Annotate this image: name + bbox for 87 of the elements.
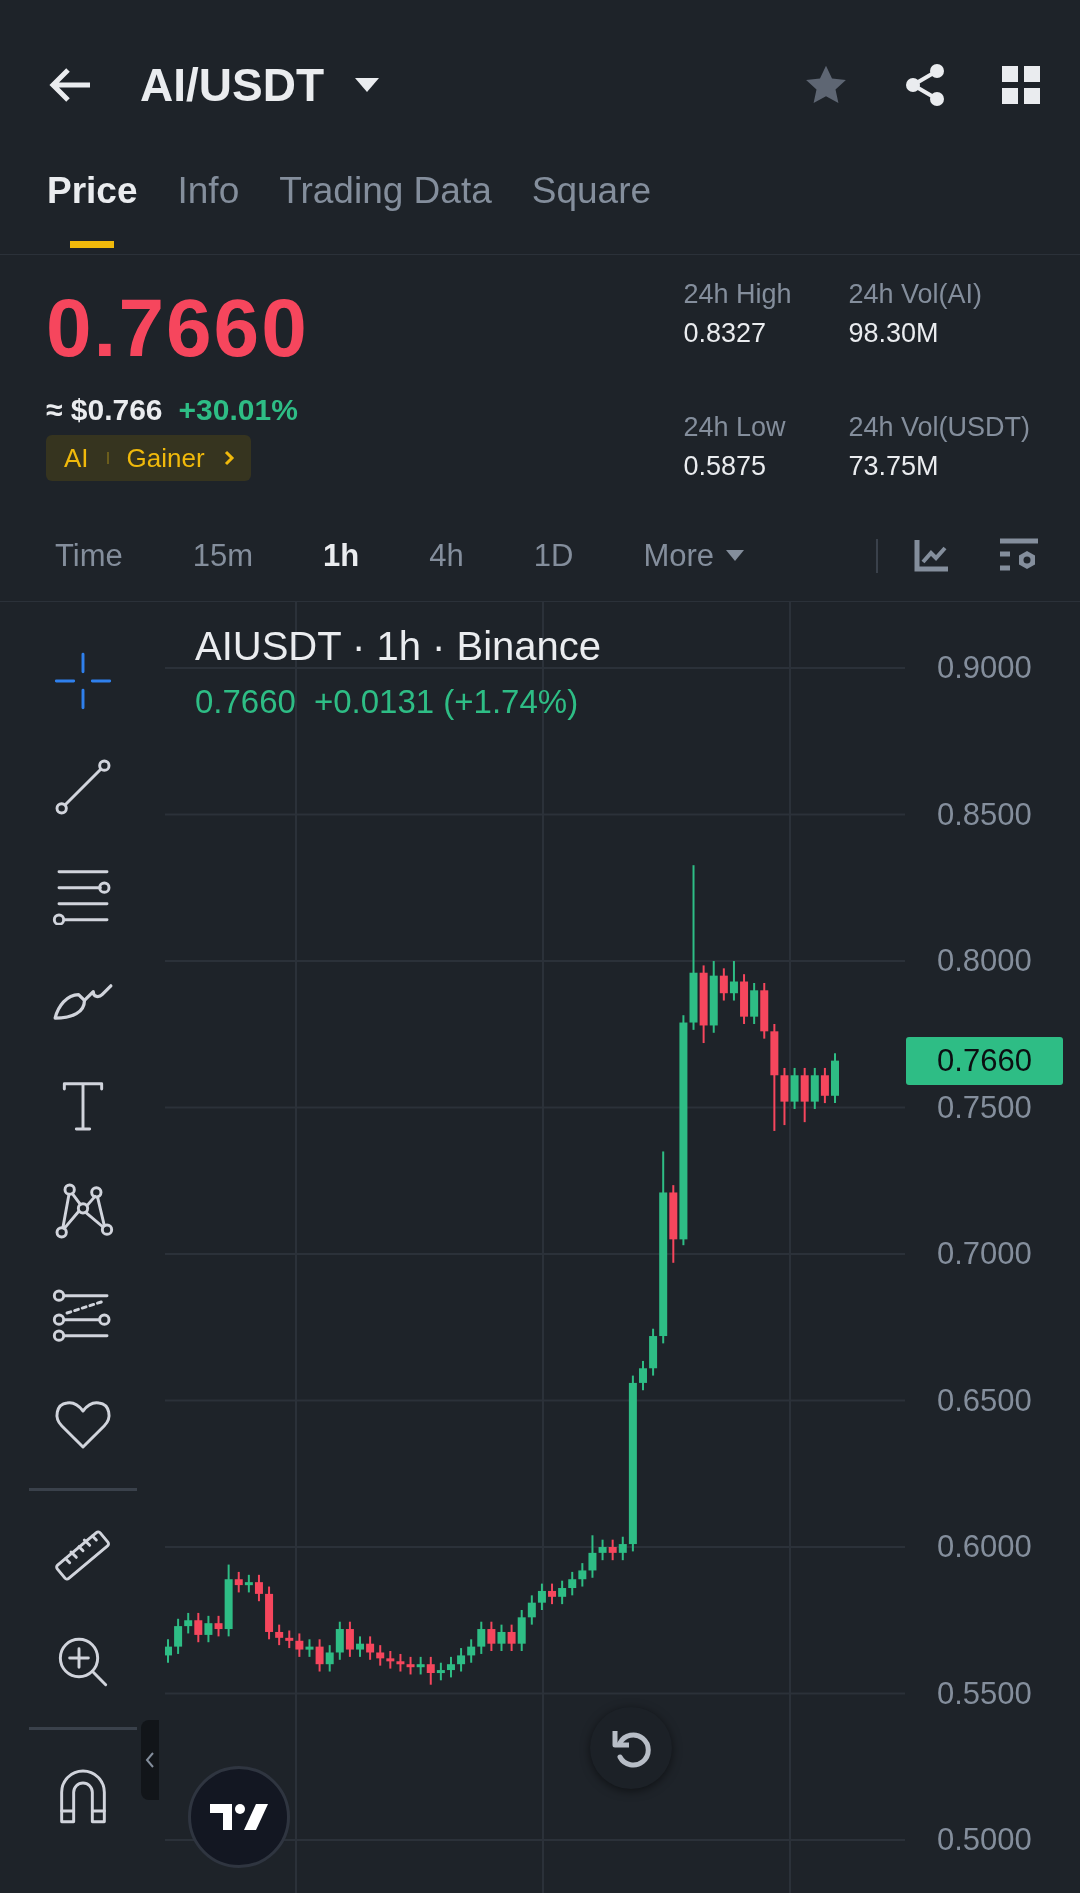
candle bbox=[820, 1066, 829, 1105]
candle bbox=[487, 1620, 496, 1652]
stat-value: 98.30M bbox=[848, 318, 940, 349]
candle bbox=[446, 1655, 455, 1679]
stat-value: 0.8327 bbox=[683, 318, 767, 349]
last-price: 0.7660 bbox=[46, 287, 309, 369]
tab[interactable]: Square bbox=[531, 170, 652, 248]
candle bbox=[295, 1632, 304, 1658]
candle bbox=[548, 1582, 557, 1606]
candle bbox=[800, 1066, 809, 1124]
chart-indicator-icon bbox=[914, 539, 948, 572]
stat-label: 24h High bbox=[683, 279, 793, 310]
candle bbox=[345, 1620, 354, 1658]
stat-label: 24h Low bbox=[683, 411, 787, 443]
candle bbox=[639, 1359, 647, 1392]
candle bbox=[194, 1611, 203, 1644]
tab[interactable]: Trading Data bbox=[279, 170, 492, 248]
tag-text: AI bbox=[64, 442, 89, 474]
stat-value: 73.75M bbox=[848, 450, 940, 482]
legend-price: 0.7660 bbox=[195, 683, 296, 721]
candle bbox=[729, 960, 738, 1002]
last-price-tag: 0.7660 bbox=[906, 1036, 1063, 1085]
candle bbox=[558, 1579, 567, 1606]
fiat-price: ≈ $0.766 bbox=[46, 393, 163, 427]
settings-icon bbox=[1000, 537, 1040, 574]
tab[interactable]: Info bbox=[177, 170, 240, 248]
price-axis-label: 0.5000 bbox=[937, 1822, 1032, 1858]
stat-label: 24h Vol(USDT) bbox=[848, 411, 1030, 443]
candle bbox=[356, 1635, 364, 1658]
price-axis-label: 0.7000 bbox=[937, 1236, 1032, 1272]
price-axis-label: 0.8500 bbox=[937, 796, 1032, 833]
candle bbox=[406, 1655, 415, 1676]
caret-icon bbox=[726, 550, 744, 561]
chevron-left-icon bbox=[145, 1751, 155, 1769]
interval-option[interactable]: 15m bbox=[192, 537, 254, 574]
candle bbox=[376, 1644, 385, 1667]
caret-icon bbox=[354, 77, 380, 93]
chart-canvas[interactable]: AIUSDT · 1h · Binance 0.7660 +0.0131 (+1.74%) 0.9000 0.8500 0.8000 0.7500 0.7000 0.6500 0.6000 0.5500 0.5000 0.7660 bbox=[165, 602, 1080, 1893]
tradingview-icon bbox=[210, 1804, 268, 1830]
price-axis-label: 0.7500 bbox=[937, 1089, 1032, 1126]
back-arrow-icon bbox=[48, 67, 92, 103]
tag-text: Gainer bbox=[126, 442, 205, 474]
candle bbox=[568, 1570, 577, 1597]
interval-option[interactable]: 1h bbox=[323, 537, 360, 574]
price-axis-label: 0.6500 bbox=[937, 1382, 1032, 1419]
candle bbox=[477, 1620, 486, 1655]
candle bbox=[537, 1582, 546, 1611]
collapse-toolbar-button[interactable] bbox=[141, 1720, 159, 1800]
candle bbox=[285, 1629, 294, 1650]
pair-title: AI/USDT bbox=[140, 58, 324, 112]
grid-icon bbox=[1002, 66, 1040, 104]
chart-legend-title: AIUSDT · 1h · Binance bbox=[195, 624, 602, 669]
candle bbox=[740, 973, 749, 1025]
candle bbox=[204, 1614, 213, 1644]
legend-change: +0.0131 (+1.74%) bbox=[313, 683, 579, 721]
price-axis-label: 0.5500 bbox=[937, 1675, 1032, 1712]
candle bbox=[244, 1573, 253, 1594]
candle bbox=[467, 1638, 476, 1664]
candle bbox=[831, 1052, 839, 1105]
candle bbox=[386, 1650, 395, 1670]
chevron-right-icon bbox=[222, 449, 235, 467]
candle bbox=[366, 1635, 375, 1661]
candle bbox=[810, 1066, 819, 1110]
candle bbox=[750, 982, 759, 1025]
candle bbox=[457, 1647, 466, 1673]
candle bbox=[325, 1644, 334, 1673]
candle bbox=[396, 1652, 405, 1673]
price-axis-label: 0.6000 bbox=[937, 1529, 1032, 1565]
price-axis-label: 0.8000 bbox=[937, 943, 1032, 979]
candle bbox=[790, 1066, 799, 1110]
candle bbox=[608, 1538, 617, 1562]
price-change: +30.01% bbox=[178, 393, 298, 427]
tag-bar[interactable]: AI Gainer bbox=[46, 435, 251, 481]
stat-value: 0.5875 bbox=[683, 450, 767, 482]
interval-option[interactable]: 4h bbox=[429, 537, 464, 574]
stat-label: 24h Vol(AI) bbox=[848, 279, 983, 310]
interval-option[interactable]: 1D bbox=[533, 537, 574, 574]
interval-option[interactable]: More bbox=[643, 537, 744, 574]
candle bbox=[497, 1623, 506, 1652]
candle bbox=[527, 1594, 536, 1626]
interval-option[interactable]: Time bbox=[55, 537, 123, 574]
candle bbox=[165, 1638, 172, 1664]
price-axis-label: 0.9000 bbox=[937, 650, 1032, 686]
tab[interactable]: Price bbox=[47, 170, 138, 248]
candle bbox=[335, 1620, 344, 1661]
candle bbox=[254, 1573, 263, 1603]
share-icon bbox=[904, 63, 946, 107]
